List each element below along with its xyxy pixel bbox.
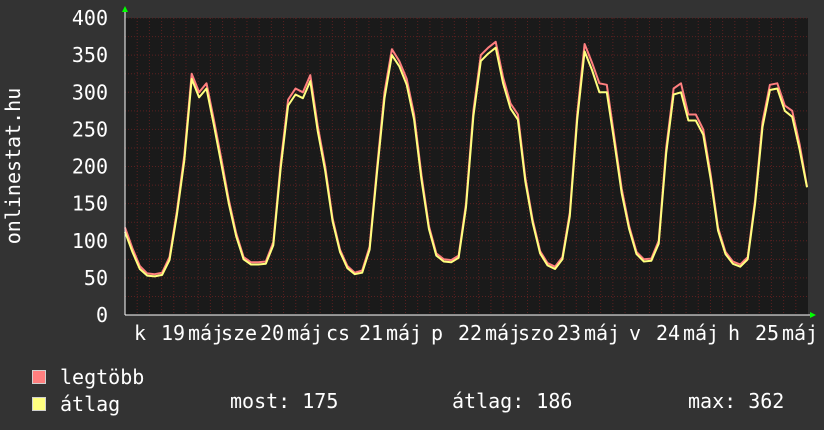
y-tick-label: 300 bbox=[72, 80, 108, 104]
x-tick-label: máj bbox=[287, 321, 323, 345]
x-tick-label: 24 bbox=[656, 321, 680, 345]
y-axis-label: onlinestat.hu bbox=[1, 88, 25, 245]
legend-label-legtobb: legtöbb bbox=[60, 365, 145, 389]
x-tick-label: v bbox=[629, 321, 641, 345]
legend-item-atlag: átlag bbox=[32, 392, 120, 416]
y-tick-label: 250 bbox=[72, 117, 108, 141]
legend-swatch-legtobb bbox=[32, 370, 46, 384]
y-tick-label: 50 bbox=[84, 266, 108, 290]
x-tick-label: máj bbox=[485, 321, 521, 345]
x-tick-label: 23 bbox=[557, 321, 581, 345]
y-tick-label: 150 bbox=[72, 192, 108, 216]
x-tick-label: máj bbox=[782, 321, 818, 345]
stat-most: most: 175 bbox=[230, 389, 339, 413]
x-tick-label: k bbox=[134, 321, 146, 345]
legend-label-atlag: átlag bbox=[60, 392, 121, 416]
y-tick-label: 400 bbox=[72, 6, 108, 30]
x-tick-label: 20 bbox=[260, 321, 284, 345]
y-tick-label: 0 bbox=[96, 303, 108, 327]
y-axis-arrow bbox=[122, 6, 128, 12]
stat-max: max: 362 bbox=[688, 389, 785, 413]
stat-atlag: átlag: 186 bbox=[452, 389, 573, 413]
y-tick-label: 200 bbox=[72, 155, 108, 179]
y-tick-label: 100 bbox=[72, 229, 108, 253]
chart: 0 50 100 150 200 250 300 350 400 onlinestat.hu k 19… bbox=[1, 6, 818, 345]
x-tick-label: cs bbox=[326, 321, 350, 345]
x-tick-label: p bbox=[431, 321, 443, 345]
legend-item-legtobb: legtöbb bbox=[32, 365, 144, 389]
x-tick-label: 22 bbox=[458, 321, 482, 345]
x-tick-label: sze bbox=[221, 321, 257, 345]
y-tick-label: 350 bbox=[72, 43, 108, 67]
x-tick-label: máj bbox=[683, 321, 719, 345]
x-tick-label: 19 bbox=[161, 321, 185, 345]
legend-swatch-atlag bbox=[32, 397, 46, 411]
x-tick-label: máj bbox=[584, 321, 620, 345]
x-tick-label: h bbox=[728, 321, 740, 345]
x-axis-arrow bbox=[810, 312, 816, 318]
x-tick-label: szo bbox=[518, 321, 554, 345]
x-tick-label: 21 bbox=[359, 321, 383, 345]
x-tick-label: 25 bbox=[755, 321, 779, 345]
x-tick-label: máj bbox=[188, 321, 224, 345]
x-tick-label: máj bbox=[386, 321, 422, 345]
